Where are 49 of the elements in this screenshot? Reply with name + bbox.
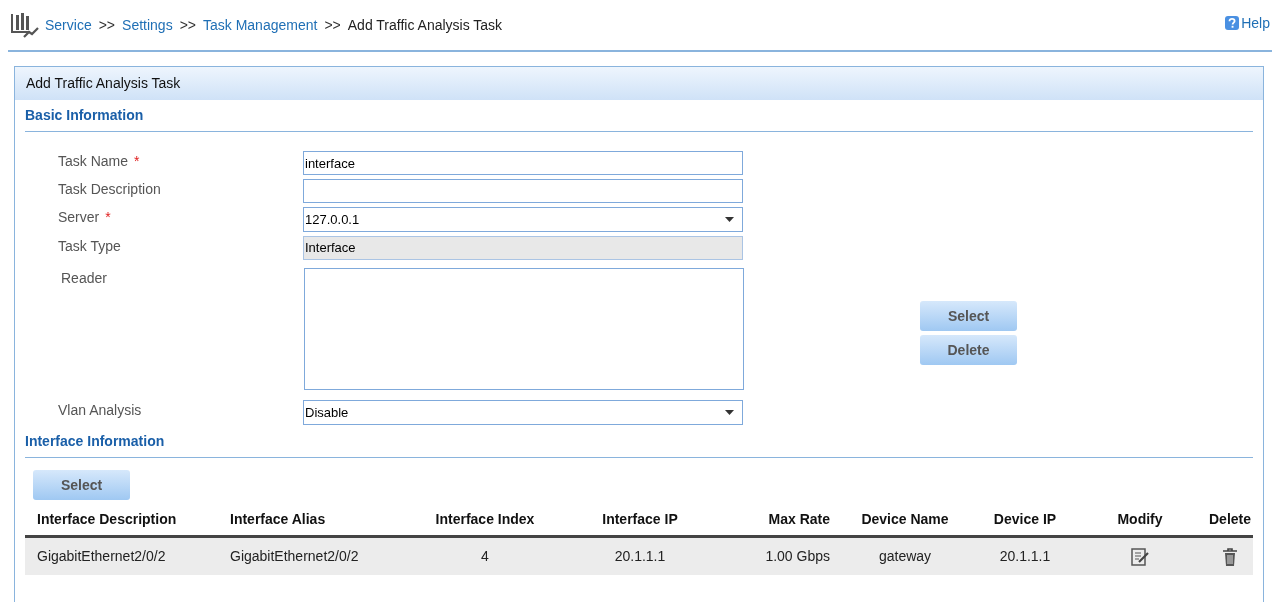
help-icon [1225,16,1240,30]
table-cell-text: 4 [480,547,490,566]
breadcrumb-link[interactable]: Task Management [203,14,318,36]
edit-icon[interactable] [1130,546,1150,567]
breadcrumb-link[interactable]: Settings [122,14,173,36]
panel-title: Add Traffic Analysis Task [15,67,1263,100]
text-field[interactable] [303,179,743,203]
field-label: Reader [61,269,107,288]
column-header: Interface IP [601,510,679,529]
column-header: Interface Description [36,510,178,529]
text-field[interactable]: interface [303,151,743,175]
field-label: Task Description [58,180,161,199]
column-header: Delete [1208,510,1252,529]
dropdown-arrow-icon [725,410,734,415]
dropdown-arrow-icon [725,217,734,222]
table-cell-text: GigabitEthernet2/0/2 [229,547,360,566]
trash-icon[interactable] [1222,546,1238,567]
bar-chart-icon [10,10,40,40]
table-cell-text: 20.1.1.1 [613,547,667,566]
field-label: Server [58,208,100,227]
select-button[interactable]: Select [920,301,1017,331]
read-only-field: Interface [303,236,743,260]
column-header: Device IP [992,510,1058,529]
breadcrumb-separator: >> [179,15,196,35]
section-title: Basic Information [25,100,1253,132]
select-button[interactable]: Select [33,470,130,500]
column-header: Max Rate [767,510,831,529]
breadcrumb-link[interactable]: Service [45,14,92,36]
column-header: Modify [1116,510,1164,529]
column-header: Interface Index [434,510,536,529]
column-header: Device Name [860,510,950,529]
dropdown-field[interactable]: Disable [303,400,743,425]
field-label: Task Name [58,152,129,171]
breadcrumb-separator: >> [324,15,341,35]
help-link[interactable]: Help [1225,12,1270,34]
table-cell-text: 1.00 Gbps [764,547,831,566]
dropdown-field[interactable]: 127.0.0.1 [303,207,743,232]
breadcrumb-separator: >> [98,15,116,35]
section-title: Interface Information [25,426,1253,458]
required-mark: * [134,152,140,171]
required-mark: * [105,208,111,227]
delete-button[interactable]: Delete [920,335,1017,365]
field-label: Vlan Analysis [58,401,142,420]
field-label: Task Type [58,237,121,256]
breadcrumb-current: Add Traffic Analysis Task [347,15,503,35]
table-cell-text: 20.1.1.1 [998,547,1052,566]
column-header: Interface Alias [229,510,327,529]
table-cell-text: GigabitEthernet2/0/2 [36,547,167,566]
table-cell-text: gateway [877,547,933,566]
